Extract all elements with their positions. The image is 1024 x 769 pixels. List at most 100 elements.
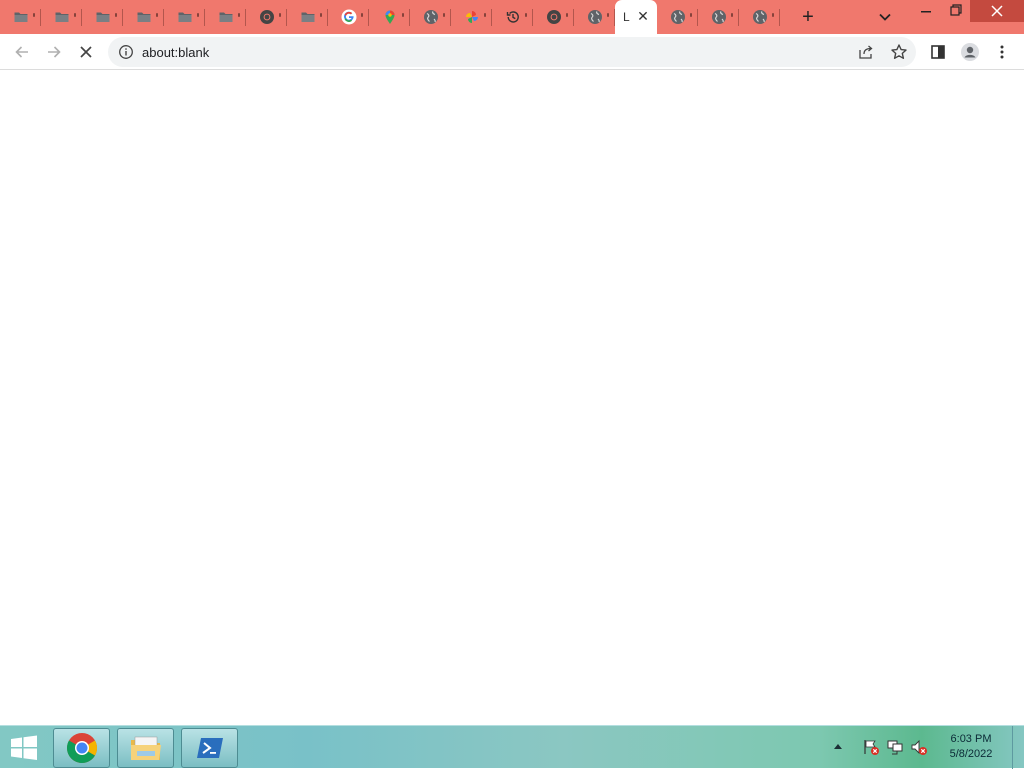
tab-active[interactable]: L ✕ — [615, 0, 657, 34]
address-bar[interactable]: about:blank — [108, 37, 916, 67]
profile-button[interactable] — [960, 42, 980, 62]
tab-title-fragment — [33, 13, 35, 17]
tab[interactable] — [82, 0, 123, 34]
tab[interactable] — [410, 0, 451, 34]
globe-icon — [670, 9, 686, 25]
tab-title-fragment — [361, 13, 363, 17]
tab-title-fragment — [607, 13, 609, 17]
share-icon[interactable] — [858, 44, 874, 60]
tab-title-fragment — [772, 13, 774, 17]
browser-toolbar: about:blank — [0, 34, 1024, 70]
tab[interactable] — [574, 0, 615, 34]
tab-title-fragment — [566, 13, 568, 17]
tab[interactable] — [739, 0, 780, 34]
tab[interactable] — [287, 0, 328, 34]
tab-title-fragment — [156, 13, 158, 17]
folder-icon — [300, 9, 316, 25]
back-button[interactable] — [12, 42, 32, 62]
tab-title-fragment — [115, 13, 117, 17]
tab[interactable] — [205, 0, 246, 34]
tab[interactable] — [123, 0, 164, 34]
maps-pin-icon — [382, 9, 398, 25]
page-viewport[interactable] — [0, 71, 1024, 725]
clock-time: 6:03 PM — [950, 733, 992, 745]
folder-icon — [218, 9, 234, 25]
tab-title: L — [623, 10, 630, 24]
tab-title-fragment — [320, 13, 322, 17]
tab-title-fragment — [238, 13, 240, 17]
taskbar-app-chrome[interactable] — [53, 728, 110, 768]
kebab-menu-icon — [1000, 45, 1004, 59]
chrome-icon — [259, 9, 275, 25]
close-tab-button[interactable]: ✕ — [635, 7, 651, 25]
tab-title-fragment — [690, 13, 692, 17]
tab[interactable] — [246, 0, 287, 34]
taskbar-app-file-explorer[interactable] — [117, 728, 174, 768]
chrome-icon — [546, 9, 562, 25]
show-hidden-icons-icon[interactable] — [833, 742, 843, 750]
minimize-button[interactable] — [910, 0, 942, 22]
folder-icon — [130, 736, 161, 760]
google-icon — [341, 9, 357, 25]
close-icon — [80, 46, 92, 58]
tab-search-button[interactable] — [876, 8, 894, 26]
tab[interactable] — [369, 0, 410, 34]
folder-icon — [95, 9, 111, 25]
tab-separator — [779, 9, 780, 26]
tab-list: L ✕ — [0, 0, 780, 34]
start-button[interactable] — [8, 734, 40, 762]
stop-loading-button[interactable] — [76, 42, 96, 62]
powershell-icon — [196, 738, 223, 758]
tab-title-fragment — [525, 13, 527, 17]
chevron-down-icon — [879, 13, 891, 21]
tab[interactable] — [0, 0, 41, 34]
bookmark-star-icon[interactable] — [890, 43, 908, 61]
restore-icon — [950, 4, 962, 16]
taskbar-app-powershell[interactable] — [181, 728, 238, 768]
url-text[interactable]: about:blank — [142, 45, 209, 60]
tab[interactable] — [698, 0, 739, 34]
tab-title-fragment — [402, 13, 404, 17]
show-desktop-button[interactable] — [1012, 726, 1024, 769]
forward-button[interactable] — [44, 42, 64, 62]
tab[interactable] — [492, 0, 533, 34]
tab[interactable] — [164, 0, 205, 34]
tab[interactable] — [451, 0, 492, 34]
clock-date: 5/8/2022 — [949, 748, 993, 760]
windows-logo-icon — [11, 735, 37, 760]
tab-title-fragment — [197, 13, 199, 17]
folder-icon — [13, 9, 29, 25]
globe-icon — [587, 9, 603, 25]
info-icon[interactable] — [118, 44, 134, 60]
folder-icon — [136, 9, 152, 25]
close-icon — [991, 5, 1003, 17]
photos-pinwheel-icon — [464, 9, 480, 25]
menu-button[interactable] — [992, 42, 1012, 62]
tab-title-fragment — [443, 13, 445, 17]
tab[interactable] — [533, 0, 574, 34]
tab-title-fragment — [731, 13, 733, 17]
arrow-right-icon — [48, 46, 61, 58]
tab-title-fragment — [74, 13, 76, 17]
network-icon[interactable] — [886, 738, 904, 756]
tab[interactable] — [657, 0, 698, 34]
close-window-button[interactable] — [970, 0, 1024, 22]
chrome-icon — [66, 733, 97, 764]
restore-button[interactable] — [942, 0, 970, 22]
folder-icon — [177, 9, 193, 25]
windows-taskbar: 6:03 PM 5/8/2022 — [0, 725, 1024, 769]
tab[interactable] — [41, 0, 82, 34]
new-tab-button[interactable]: + — [798, 7, 818, 27]
side-panel-button[interactable] — [928, 42, 948, 62]
action-center-flag-icon[interactable] — [862, 738, 880, 756]
profile-avatar-icon — [961, 43, 979, 61]
globe-icon — [423, 9, 439, 25]
tab-title-fragment — [484, 13, 486, 17]
history-icon — [505, 9, 521, 25]
system-clock[interactable]: 6:03 PM 5/8/2022 — [940, 732, 1002, 762]
tab-strip: L ✕ + — [0, 0, 1024, 34]
folder-icon — [54, 9, 70, 25]
volume-muted-icon[interactable] — [910, 738, 928, 756]
tab[interactable] — [328, 0, 369, 34]
minimize-icon — [921, 11, 931, 13]
